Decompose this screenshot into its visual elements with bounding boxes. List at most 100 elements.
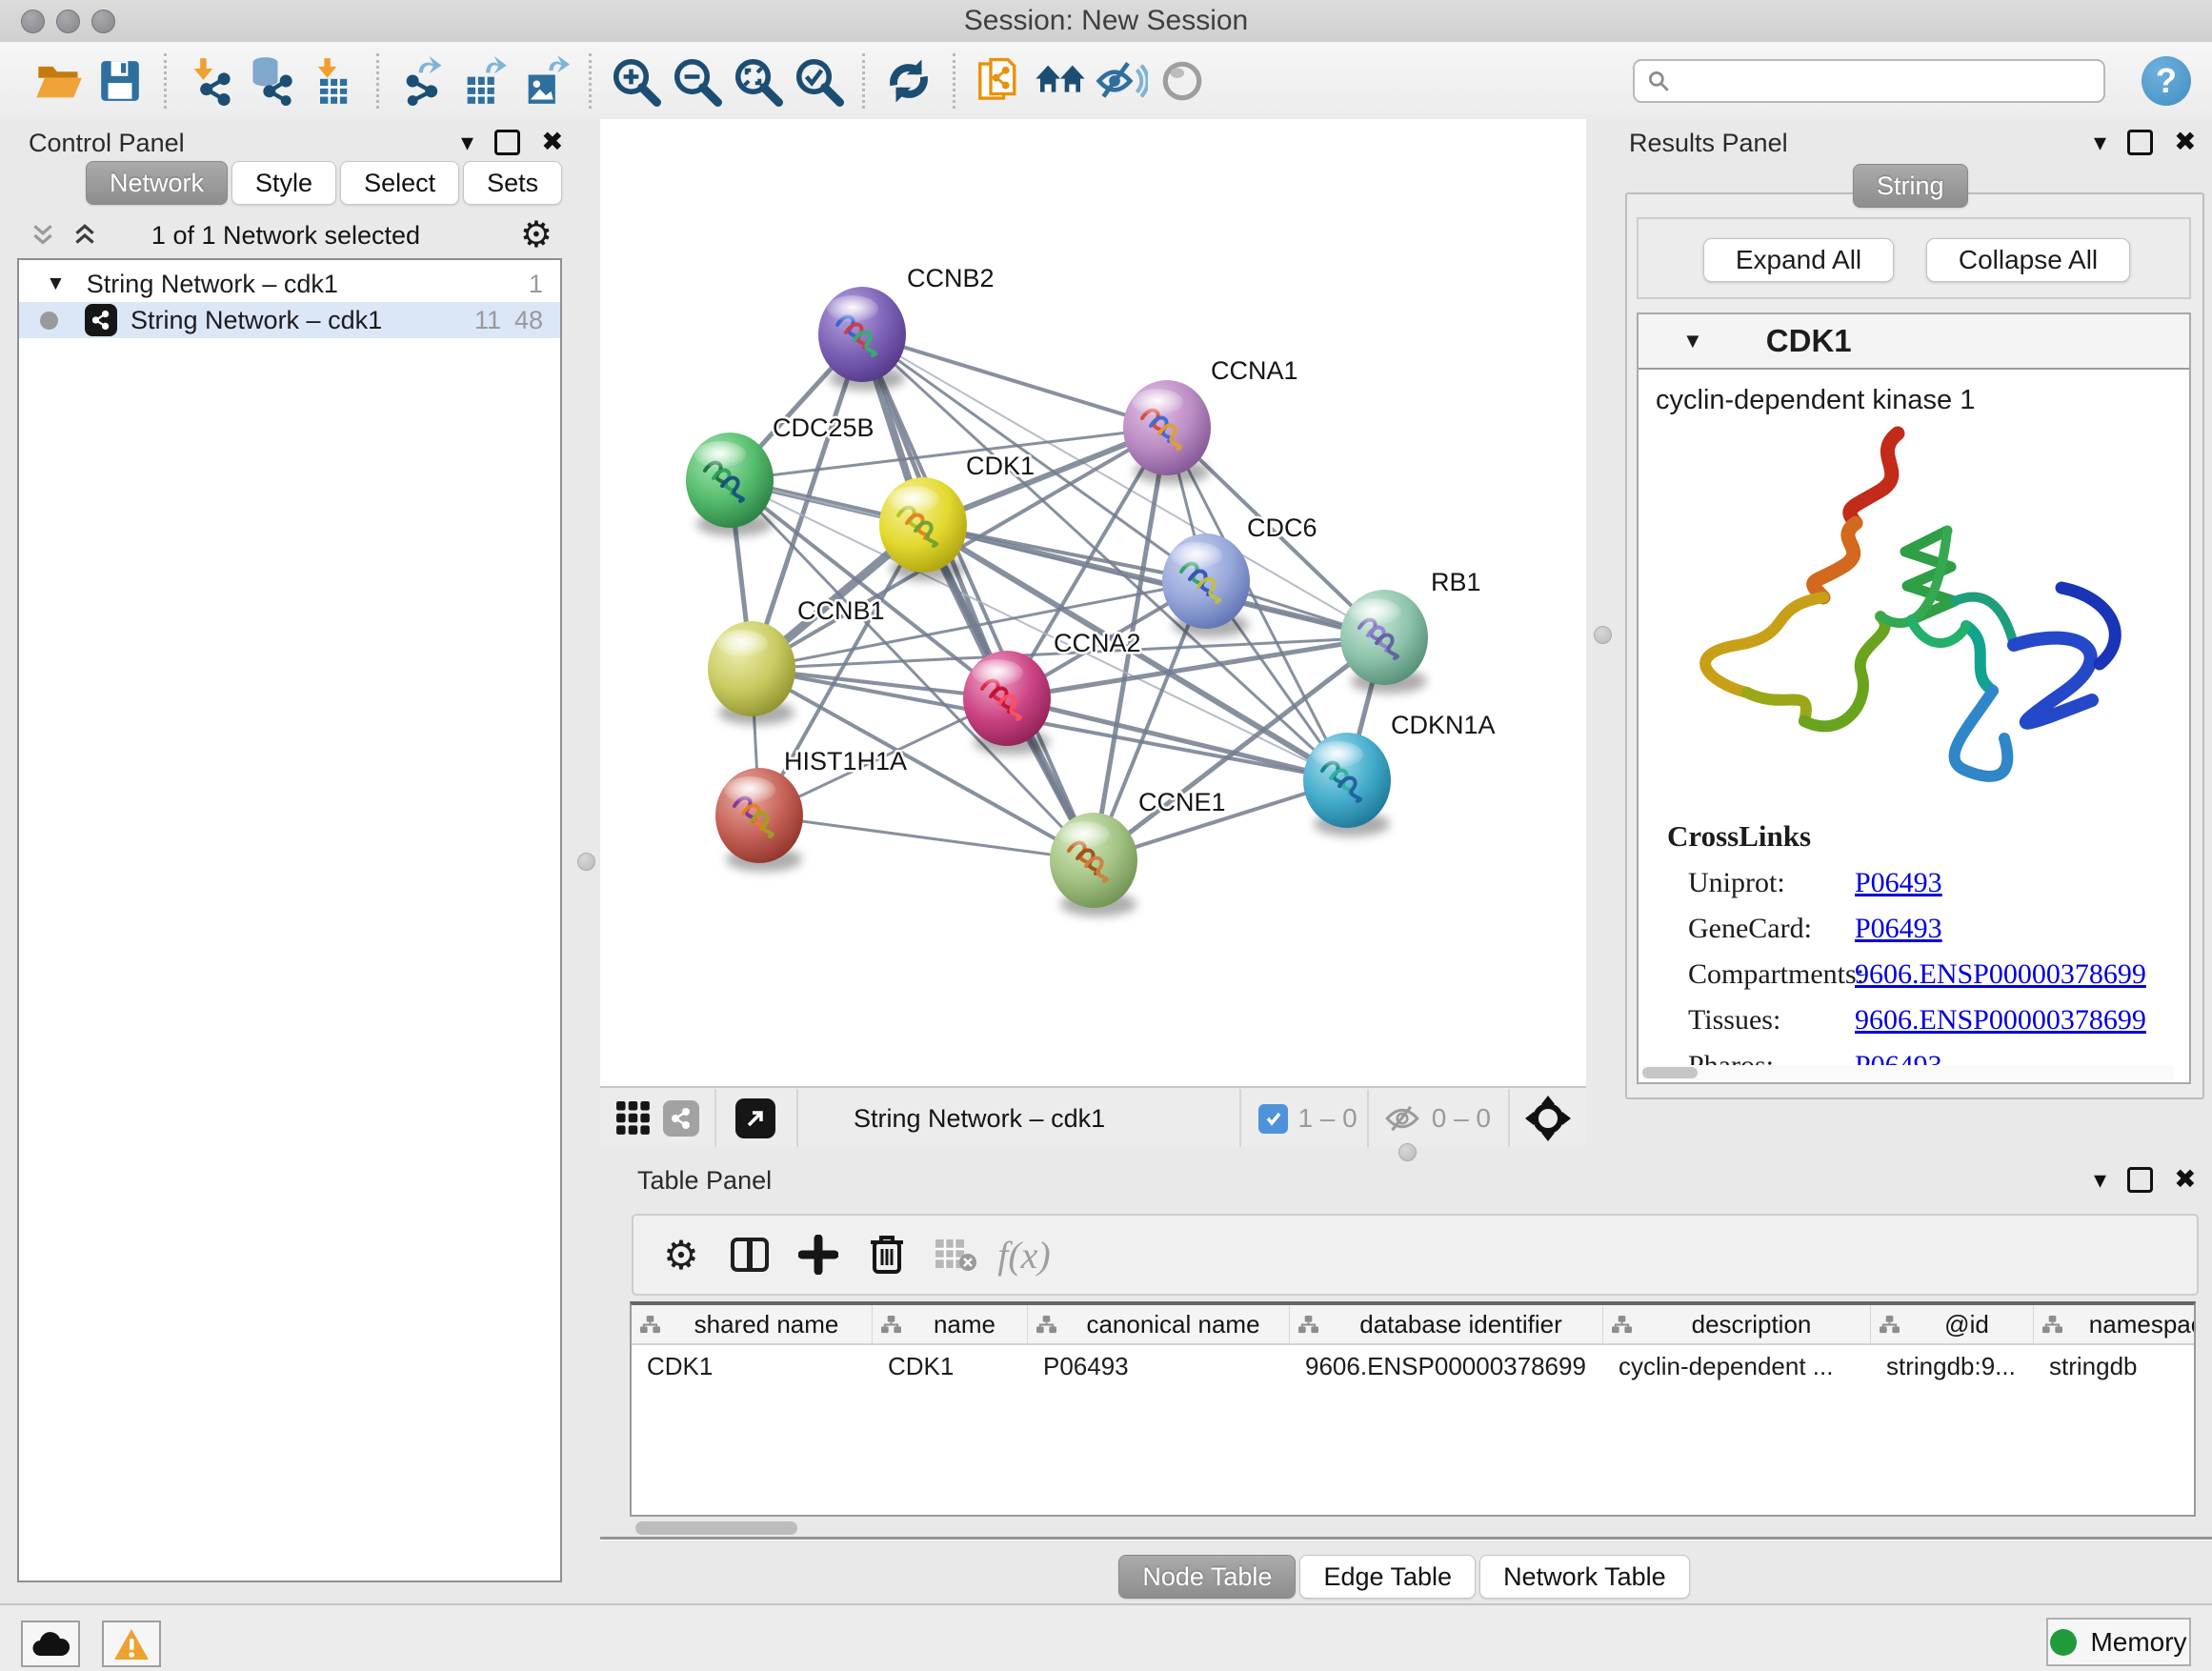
results-horizontal-scrollbar[interactable] xyxy=(1640,1065,2174,1080)
create-column-icon[interactable] xyxy=(784,1224,853,1285)
export-image-button[interactable] xyxy=(514,50,575,111)
table-cell[interactable]: 9606.ENSP00000378699 xyxy=(1290,1352,1603,1381)
network-collection-row[interactable]: ▼ String Network – cdk1 1 xyxy=(19,266,560,302)
horizontal-splitter-handle[interactable] xyxy=(1398,1143,1417,1161)
tab-select[interactable]: Select xyxy=(340,161,459,205)
birds-eye-toggle-icon[interactable] xyxy=(1523,1094,1573,1143)
crosslink-compartments-[interactable]: 9606.ENSP00000378699 xyxy=(1855,958,2146,991)
first-neighbors-button[interactable] xyxy=(1030,50,1091,111)
network-node-cdc6[interactable]: CDC6 xyxy=(1162,513,1317,637)
scrollbar-thumb[interactable] xyxy=(1642,1067,1698,1078)
import-network-file-button[interactable] xyxy=(180,50,241,111)
import-network-database-button[interactable] xyxy=(241,50,302,111)
column-header-description[interactable]: description xyxy=(1603,1305,1871,1343)
open-session-button[interactable] xyxy=(29,50,90,111)
refresh-view-button[interactable] xyxy=(878,50,939,111)
crosslink-uniprot-[interactable]: P06493 xyxy=(1855,867,1942,899)
export-table-button[interactable] xyxy=(453,50,514,111)
string-network-graph[interactable]: CCNB2CCNA1CDC25BCDK1CDC6RB1CCNB1CCNA2CDK… xyxy=(600,119,1586,1086)
column-header-database-identifier[interactable]: database identifier xyxy=(1290,1305,1603,1343)
import-table-button[interactable] xyxy=(302,50,363,111)
crosslink-genecard-[interactable]: P06493 xyxy=(1855,913,1942,945)
save-session-button[interactable] xyxy=(90,50,151,111)
network-node-hist1h1a[interactable]: HIST1H1A xyxy=(715,747,907,872)
toggle-glass-effect-button[interactable] xyxy=(1091,50,1152,111)
tab-edge-table[interactable]: Edge Table xyxy=(1299,1555,1476,1599)
tab-node-table[interactable]: Node Table xyxy=(1118,1555,1296,1599)
close-panel-icon[interactable]: ✖ xyxy=(2174,129,2196,155)
table-cell[interactable]: stringdb xyxy=(2034,1352,2196,1381)
control-panel-title: Control Panel xyxy=(29,129,185,158)
table-row[interactable]: CDK1CDK1P064939606.ENSP00000378699cyclin… xyxy=(632,1345,2194,1387)
panel-menu-icon[interactable]: ▾ xyxy=(2094,130,2106,154)
open-string-web-button[interactable] xyxy=(969,50,1030,111)
show-column-panel-icon[interactable] xyxy=(715,1224,784,1285)
network-node-ccnb2[interactable]: CCNB2 xyxy=(818,264,995,391)
column-header-shared-name[interactable]: shared name xyxy=(632,1305,873,1343)
node-table[interactable]: shared namename canonical namedatabase id… xyxy=(630,1301,2196,1517)
selected-checkbox-icon[interactable] xyxy=(1258,1104,1288,1134)
warnings-button[interactable] xyxy=(102,1621,161,1667)
network-node-cdkn1a[interactable]: CDKN1A xyxy=(1303,711,1496,836)
table-cell[interactable]: P06493 xyxy=(1028,1352,1290,1381)
scrollbar-thumb[interactable] xyxy=(635,1521,797,1535)
table-cell[interactable]: CDK1 xyxy=(632,1352,873,1381)
tab-network[interactable]: Network xyxy=(86,161,228,205)
network-icon-toggle[interactable] xyxy=(663,1100,699,1137)
right-splitter[interactable] xyxy=(1586,119,1619,1147)
crosslinks-section: CrossLinks Uniprot:P06493GeneCard:P06493… xyxy=(1667,819,2189,1082)
table-cell[interactable]: cyclin-dependent ... xyxy=(1603,1352,1871,1381)
left-splitter-handle[interactable] xyxy=(577,853,595,871)
table-toolbar: ⚙ f(x) xyxy=(632,1214,2199,1296)
node-details-header[interactable]: ▼ CDK1 xyxy=(1639,314,2189,370)
grid-view-icon[interactable] xyxy=(615,1100,652,1137)
network-row-selected[interactable]: String Network – cdk1 11 48 xyxy=(19,302,560,338)
table-settings-gear-icon[interactable]: ⚙ xyxy=(647,1224,715,1285)
column-label: canonical name xyxy=(1057,1310,1289,1339)
expand-all-button[interactable]: Expand All xyxy=(1703,238,1894,282)
panel-menu-icon[interactable]: ▾ xyxy=(2094,1167,2106,1192)
column-header-namespace[interactable]: namespace xyxy=(2034,1305,2196,1343)
table-cell[interactable]: CDK1 xyxy=(873,1352,1028,1381)
tree-expander-icon[interactable]: ▼ xyxy=(46,272,66,295)
network-node-ccne1[interactable]: CCNE1 xyxy=(1050,788,1226,916)
tab-network-table[interactable]: Network Table xyxy=(1479,1555,1690,1599)
float-panel-icon[interactable] xyxy=(2127,130,2153,155)
tab-sets[interactable]: Sets xyxy=(463,161,562,205)
memory-button[interactable]: Memory xyxy=(2046,1618,2191,1666)
search-input[interactable] xyxy=(1671,65,2056,96)
float-panel-icon[interactable] xyxy=(2127,1167,2153,1193)
crosslink-tissues-[interactable]: 9606.ENSP00000378699 xyxy=(1855,1004,2146,1037)
zoom-out-button[interactable] xyxy=(666,50,727,111)
zoom-in-button[interactable] xyxy=(605,50,666,111)
network-node-ccna1[interactable]: CCNA1 xyxy=(1123,356,1298,484)
detach-view-icon[interactable] xyxy=(735,1098,775,1138)
tab-style[interactable]: Style xyxy=(231,161,336,205)
search-box[interactable] xyxy=(1633,59,2105,103)
close-panel-icon[interactable]: ✖ xyxy=(2174,1166,2196,1193)
help-button[interactable]: ? xyxy=(2142,56,2191,106)
collapse-entry-icon[interactable]: ▼ xyxy=(1682,329,1703,353)
birds-eye-view-button[interactable] xyxy=(1152,50,1213,111)
column-header-canonical-name[interactable]: canonical name xyxy=(1028,1305,1290,1343)
collapse-all-button[interactable]: Collapse All xyxy=(1926,238,2130,282)
export-network-button[interactable] xyxy=(392,50,453,111)
panel-menu-icon[interactable]: ▾ xyxy=(461,130,473,154)
delete-column-trash-icon[interactable] xyxy=(853,1224,921,1285)
column-header--id[interactable]: @id xyxy=(1871,1305,2034,1343)
network-view[interactable]: CCNB2CCNA1CDC25BCDK1CDC6RB1CCNB1CCNA2CDK… xyxy=(600,119,1586,1086)
zoom-fit-button[interactable] xyxy=(727,50,788,111)
tab-string[interactable]: String xyxy=(1853,164,1968,208)
node-count: 11 xyxy=(474,306,501,335)
column-header-name[interactable]: name xyxy=(873,1305,1028,1343)
right-splitter-handle[interactable] xyxy=(1594,626,1612,644)
cloud-status-button[interactable] xyxy=(21,1621,80,1667)
left-splitter[interactable] xyxy=(572,119,600,1603)
close-panel-icon[interactable]: ✖ xyxy=(541,129,563,155)
network-options-gear-icon[interactable]: ⚙ xyxy=(520,217,553,253)
zoom-selected-button[interactable] xyxy=(788,50,849,111)
table-horizontal-scrollbar[interactable] xyxy=(630,1520,2196,1536)
network-node-rb1[interactable]: RB1 xyxy=(1340,568,1481,694)
float-panel-icon[interactable] xyxy=(494,130,520,155)
table-cell[interactable]: stringdb:9... xyxy=(1871,1352,2034,1381)
